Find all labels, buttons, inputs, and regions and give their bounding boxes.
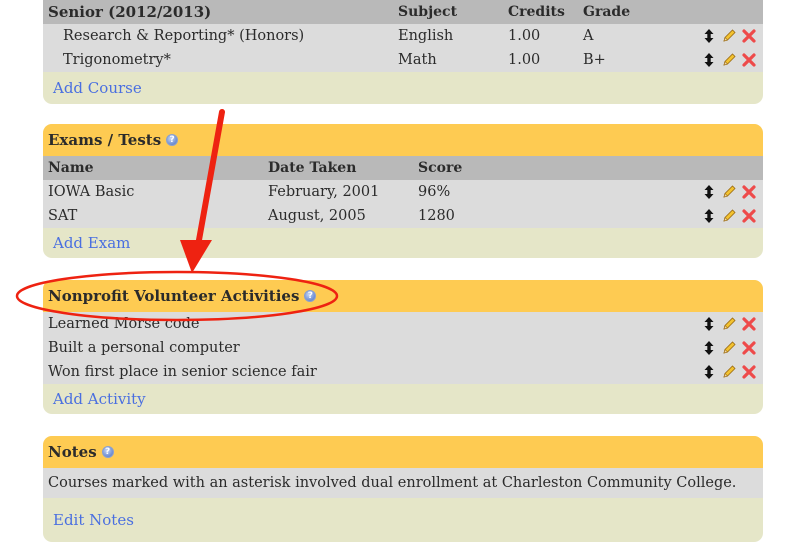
subject-column-header: Subject bbox=[398, 4, 458, 20]
delete-icon[interactable] bbox=[741, 184, 757, 200]
course-row: Research & Reporting* (Honors) English 1… bbox=[43, 24, 763, 48]
exam-score: 96% bbox=[418, 184, 451, 200]
activities-footer: Add Activity bbox=[43, 384, 763, 414]
exams-footer: Add Exam bbox=[43, 228, 763, 258]
grade-column-header: Grade bbox=[583, 4, 631, 20]
pencil-icon[interactable] bbox=[721, 316, 737, 332]
credits-column-header: Credits bbox=[508, 4, 565, 20]
activity-name: Learned Morse code bbox=[48, 316, 200, 332]
exams-title: Exams / Tests bbox=[48, 131, 162, 149]
senior-header-row: Senior (2012/2013) Subject Credits Grade bbox=[43, 0, 763, 24]
score-column-header: Score bbox=[418, 160, 463, 176]
delete-icon[interactable] bbox=[741, 340, 757, 356]
row-actions bbox=[701, 340, 757, 356]
senior-footer: Add Course bbox=[43, 72, 763, 104]
add-exam-link[interactable]: Add Exam bbox=[53, 234, 130, 252]
exam-name: IOWA Basic bbox=[48, 184, 135, 200]
exam-row: SAT August, 2005 1280 bbox=[43, 204, 763, 228]
move-icon[interactable] bbox=[701, 208, 717, 224]
pencil-icon[interactable] bbox=[721, 52, 737, 68]
exams-column-headers: Name Date Taken Score bbox=[43, 156, 763, 180]
delete-icon[interactable] bbox=[741, 52, 757, 68]
course-grade: A bbox=[583, 28, 594, 44]
course-subject: Math bbox=[398, 52, 437, 68]
delete-icon[interactable] bbox=[741, 208, 757, 224]
exams-panel: Exams / Tests ? Name Date Taken Score IO… bbox=[43, 124, 763, 258]
course-name: Trigonometry* bbox=[63, 52, 171, 68]
course-row: Trigonometry* Math 1.00 B+ bbox=[43, 48, 763, 72]
delete-icon[interactable] bbox=[741, 28, 757, 44]
course-credits: 1.00 bbox=[508, 28, 541, 44]
move-icon[interactable] bbox=[701, 28, 717, 44]
help-icon[interactable]: ? bbox=[101, 446, 114, 458]
add-activity-link[interactable]: Add Activity bbox=[53, 390, 146, 408]
course-grade: B+ bbox=[583, 52, 606, 68]
move-icon[interactable] bbox=[701, 316, 717, 332]
activity-row: Learned Morse code bbox=[43, 312, 763, 336]
volunteer-activities-panel: Nonprofit Volunteer Activities ? Learned… bbox=[43, 280, 763, 414]
delete-icon[interactable] bbox=[741, 364, 757, 380]
exam-name: SAT bbox=[48, 208, 78, 224]
pencil-icon[interactable] bbox=[721, 28, 737, 44]
pencil-icon[interactable] bbox=[721, 208, 737, 224]
activity-row: Won first place in senior science fair bbox=[43, 360, 763, 384]
move-icon[interactable] bbox=[701, 364, 717, 380]
delete-icon[interactable] bbox=[741, 316, 757, 332]
move-icon[interactable] bbox=[701, 184, 717, 200]
exam-name-column-header: Name bbox=[48, 160, 94, 176]
row-actions bbox=[701, 184, 757, 200]
notes-title: Notes bbox=[48, 443, 97, 461]
senior-courses-panel: Senior (2012/2013) Subject Credits Grade… bbox=[43, 0, 763, 104]
course-credits: 1.00 bbox=[508, 52, 541, 68]
notes-footer: Edit Notes bbox=[43, 498, 763, 542]
course-subject: English bbox=[398, 28, 454, 44]
activities-panel-header: Nonprofit Volunteer Activities ? bbox=[43, 280, 763, 312]
row-actions bbox=[701, 28, 757, 44]
add-course-link[interactable]: Add Course bbox=[53, 79, 142, 97]
notes-panel-header: Notes ? bbox=[43, 436, 763, 468]
activity-name: Built a personal computer bbox=[48, 340, 240, 356]
help-icon[interactable]: ? bbox=[166, 134, 179, 146]
pencil-icon[interactable] bbox=[721, 364, 737, 380]
notes-text-row: Courses marked with an asterisk involved… bbox=[43, 468, 763, 498]
notes-panel: Notes ? Courses marked with an asterisk … bbox=[43, 436, 763, 542]
exam-row: IOWA Basic February, 2001 96% bbox=[43, 180, 763, 204]
activity-name: Won first place in senior science fair bbox=[48, 364, 317, 380]
date-taken-column-header: Date Taken bbox=[268, 160, 357, 176]
notes-text: Courses marked with an asterisk involved… bbox=[48, 475, 737, 491]
row-actions bbox=[701, 316, 757, 332]
activity-row: Built a personal computer bbox=[43, 336, 763, 360]
senior-year-title: Senior (2012/2013) bbox=[48, 3, 212, 21]
help-icon[interactable]: ? bbox=[304, 290, 317, 302]
activities-title: Nonprofit Volunteer Activities bbox=[48, 287, 300, 305]
edit-notes-link[interactable]: Edit Notes bbox=[53, 511, 134, 529]
exam-score: 1280 bbox=[418, 208, 455, 224]
row-actions bbox=[701, 208, 757, 224]
move-icon[interactable] bbox=[701, 52, 717, 68]
move-icon[interactable] bbox=[701, 340, 717, 356]
exam-date: August, 2005 bbox=[268, 208, 366, 224]
pencil-icon[interactable] bbox=[721, 340, 737, 356]
exam-date: February, 2001 bbox=[268, 184, 380, 200]
course-name: Research & Reporting* (Honors) bbox=[63, 28, 305, 44]
exams-panel-header: Exams / Tests ? bbox=[43, 124, 763, 156]
row-actions bbox=[701, 364, 757, 380]
pencil-icon[interactable] bbox=[721, 184, 737, 200]
row-actions bbox=[701, 52, 757, 68]
